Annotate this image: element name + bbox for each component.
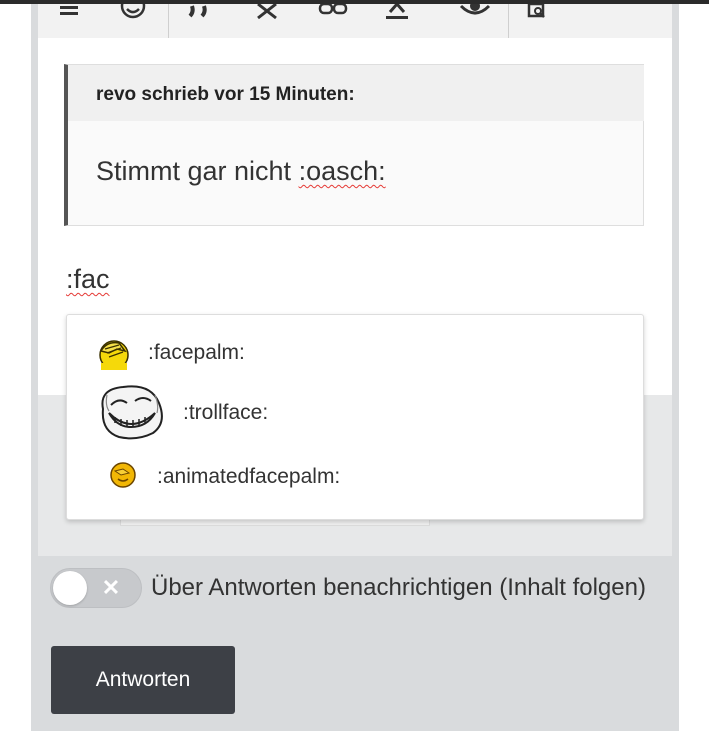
- quote-icon[interactable]: [184, 4, 218, 24]
- source-icon[interactable]: [520, 4, 554, 24]
- follow-label: Über Antworten benachrichtigen (Inhalt f…: [151, 574, 646, 601]
- toolbar-separator: [168, 4, 169, 38]
- trollface-emoji-icon: [97, 383, 165, 446]
- suggestion-item[interactable]: :facepalm:: [67, 323, 643, 383]
- quote-author: revo schrieb vor 15 Minuten:: [96, 84, 355, 105]
- quote-block: revo schrieb vor 15 Minuten:: [64, 64, 644, 226]
- facepalm-emoji-icon: [97, 337, 131, 376]
- suggestion-item[interactable]: :trollface:: [67, 381, 643, 441]
- reply-button[interactable]: Antworten: [51, 646, 235, 714]
- quote-header: revo schrieb vor 15 Minuten:: [68, 65, 644, 121]
- typed-emoji-query: :fac: [66, 264, 110, 294]
- suggestion-code: :facepalm:: [148, 341, 245, 364]
- animated-facepalm-emoji-icon: [109, 461, 137, 494]
- page: revo schrieb vor 15 Minuten: Stimmt gar …: [0, 0, 709, 750]
- suggestion-item[interactable]: :animatedfacepalm:: [67, 445, 643, 505]
- quote-text: Stimmt gar nicht :oasch:: [96, 156, 386, 187]
- editor-toolbar: [38, 4, 672, 38]
- quote-emoji-code: :oasch:: [298, 156, 386, 186]
- suggestion-code: :animatedfacepalm:: [157, 465, 341, 488]
- link-icon[interactable]: [316, 4, 350, 24]
- emoji-suggestion-list: :facepalm: :trollface::animatedfacepalm…: [66, 314, 644, 520]
- typed-text[interactable]: :fac: [66, 264, 110, 295]
- clear-format-icon[interactable]: [250, 4, 284, 24]
- text-color-icon[interactable]: [380, 4, 414, 24]
- toolbar-separator: [508, 4, 509, 38]
- preview-icon[interactable]: [458, 4, 492, 24]
- smiley-icon[interactable]: [116, 4, 150, 24]
- quote-text-prefix: Stimmt gar nicht: [96, 156, 299, 186]
- list-icon[interactable]: [52, 4, 86, 24]
- suggestion-code: :trollface:: [183, 401, 269, 424]
